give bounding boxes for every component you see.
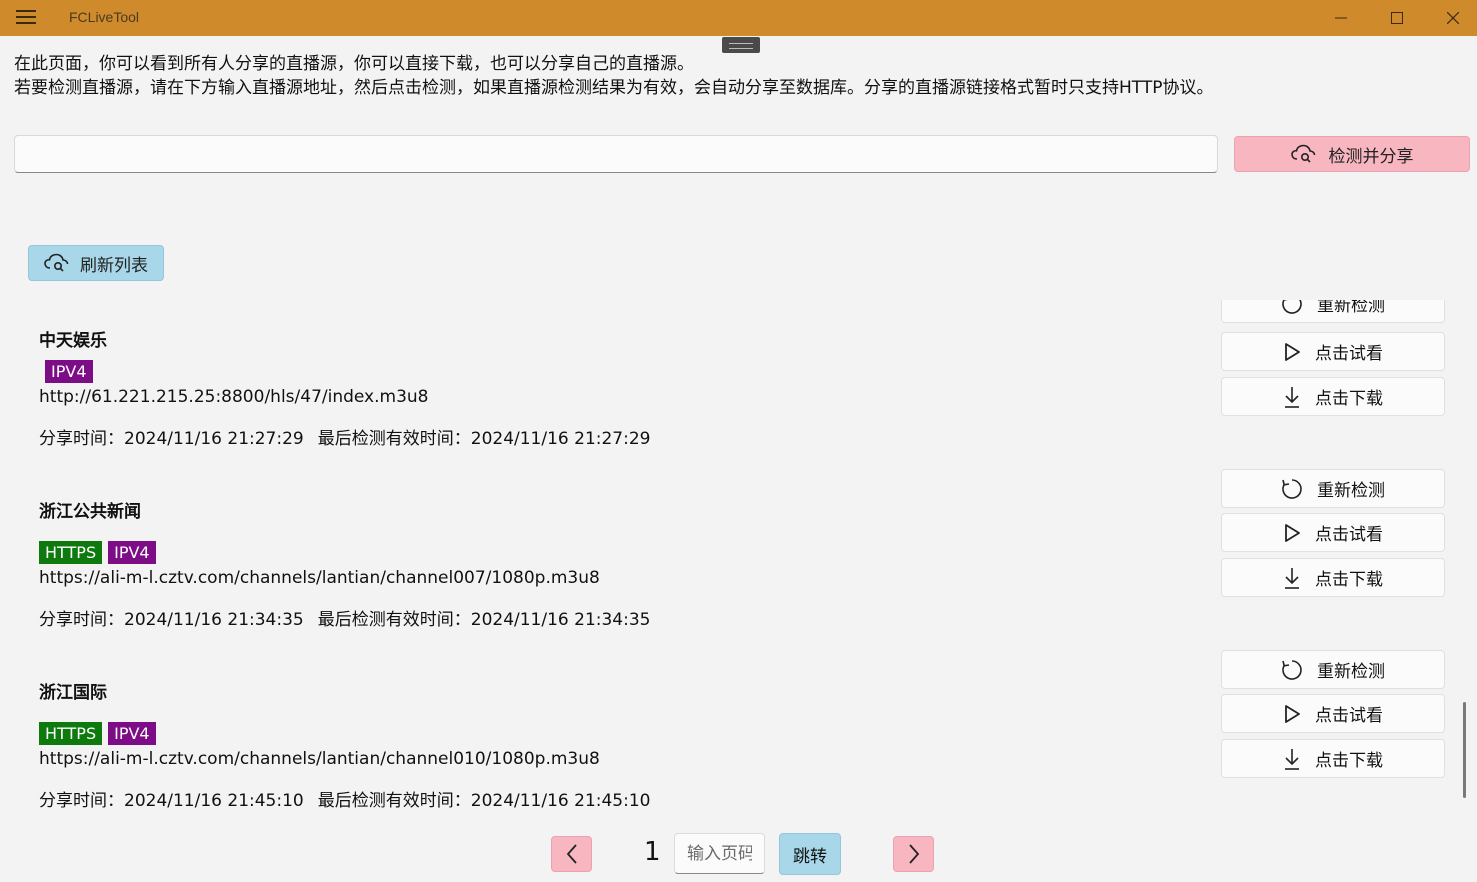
refresh-list-button[interactable]: 刷新列表 [28,245,164,281]
check-time-label: 最后检测有效时间： [317,429,471,449]
app-title: FCLiveTool [69,9,140,25]
intro-line-1: 在此页面，你可以看到所有人分享的直播源，你可以直接下载，也可以分享自己的直播源。 [14,54,694,74]
source-url-input[interactable] [14,135,1218,173]
preview-button[interactable]: 点击试看 [1221,332,1445,371]
ipv4-tag: IPV4 [45,360,93,383]
refresh-list-label: 刷新列表 [80,255,148,276]
next-page-button[interactable] [893,836,934,872]
cloud-search-icon [44,253,69,272]
list-item: 重新检测 浙江公共新闻 点击试看 HTTPS IPV4 点击下载 https:/… [0,465,1477,646]
share-time-label: 分享时间： [39,610,124,630]
preview-label: 点击试看 [1315,525,1383,545]
tag-group: HTTPS IPV4 [39,541,156,564]
check-time-label: 最后检测有效时间： [317,791,471,811]
recheck-label: 重新检测 [1317,300,1385,316]
source-name: 中天娱乐 [39,331,107,351]
download-icon [1285,386,1299,408]
source-url: http://61.221.215.25:8800/hls/47/index.m… [39,387,429,407]
play-icon [1285,523,1300,542]
check-time-label: 最后检测有效时间： [317,610,471,630]
download-button[interactable]: 点击下载 [1221,558,1445,597]
play-icon [1285,342,1300,361]
check-and-share-label: 检测并分享 [1328,146,1414,167]
source-name: 浙江国际 [39,683,107,703]
chevron-left-icon [566,844,577,864]
https-tag: HTTPS [39,541,103,564]
recheck-label: 重新检测 [1317,481,1385,501]
download-label: 点击下载 [1315,389,1383,409]
check-and-share-button[interactable]: 检测并分享 [1234,136,1470,172]
ipv4-tag: IPV4 [108,722,156,745]
ipv4-tag: IPV4 [108,541,156,564]
download-button[interactable]: 点击下载 [1221,739,1445,778]
tag-group: HTTPS IPV4 [39,722,156,745]
recheck-button[interactable]: 重新检测 [1221,300,1445,323]
close-icon[interactable] [1430,0,1476,36]
refresh-icon [1282,478,1302,499]
title-bar: FCLiveTool [0,0,1477,36]
recheck-button[interactable]: 重新检测 [1221,469,1445,508]
refresh-icon [1282,300,1302,314]
time-info: 分享时间：2024/11/16 21:45:10 最后检测有效时间：2024/11… [39,786,651,811]
download-label: 点击下载 [1315,751,1383,771]
share-time-label: 分享时间： [39,791,124,811]
minimize-icon[interactable] [1318,0,1364,36]
share-time: 2024/11/16 21:27:29 [124,429,304,449]
intro-text: 在此页面，你可以看到所有人分享的直播源，你可以直接下载，也可以分享自己的直播源。… [14,52,1214,100]
list-item: 重新检测 中天娱乐 点击试看 IPV4 点击下载 http://61.221.2… [0,300,1477,465]
download-icon [1285,567,1299,589]
cloud-search-icon [1290,144,1315,163]
preview-button[interactable]: 点击试看 [1221,694,1445,733]
time-info: 分享时间：2024/11/16 21:34:35 最后检测有效时间：2024/11… [39,605,651,630]
recheck-button[interactable]: 重新检测 [1221,650,1445,689]
check-time: 2024/11/16 21:27:29 [470,429,651,449]
download-icon [1285,748,1299,770]
source-url: https://ali-m-l.cztv.com/channels/lantia… [39,749,600,769]
scrollbar-thumb[interactable] [1463,702,1466,798]
share-time-label: 分享时间： [39,429,124,449]
current-page-number: 1 [644,837,661,867]
source-name: 浙江公共新闻 [39,502,141,522]
preview-button[interactable]: 点击试看 [1221,513,1445,552]
prev-page-button[interactable] [551,836,592,872]
preview-label: 点击试看 [1315,706,1383,726]
hamburger-menu-icon[interactable] [16,9,36,25]
share-time: 2024/11/16 21:45:10 [124,791,304,811]
source-list[interactable]: 重新检测 中天娱乐 点击试看 IPV4 点击下载 http://61.221.2… [0,300,1477,818]
refresh-icon [1282,659,1302,680]
time-info: 分享时间：2024/11/16 21:27:29 最后检测有效时间：2024/11… [39,424,651,449]
share-time: 2024/11/16 21:34:35 [124,610,304,630]
recheck-label: 重新检测 [1317,662,1385,682]
drag-handle[interactable] [722,37,760,53]
intro-line-2: 若要检测直播源，请在下方输入直播源地址，然后点击检测，如果直播源检测结果为有效，… [14,78,1214,98]
preview-label: 点击试看 [1315,344,1383,364]
tag-group: IPV4 [45,360,93,383]
chevron-right-icon [908,844,919,864]
jump-button[interactable]: 跳转 [779,833,841,875]
page-number-input[interactable] [674,833,765,874]
maximize-icon[interactable] [1374,0,1420,36]
play-icon [1285,704,1300,723]
source-url: https://ali-m-l.cztv.com/channels/lantia… [39,568,600,588]
download-label: 点击下载 [1315,570,1383,590]
list-item: 重新检测 浙江国际 点击试看 HTTPS IPV4 点击下载 https://a… [0,646,1477,818]
https-tag: HTTPS [39,722,103,745]
check-time: 2024/11/16 21:45:10 [470,791,651,811]
check-time: 2024/11/16 21:34:35 [470,610,651,630]
download-button[interactable]: 点击下载 [1221,377,1445,416]
